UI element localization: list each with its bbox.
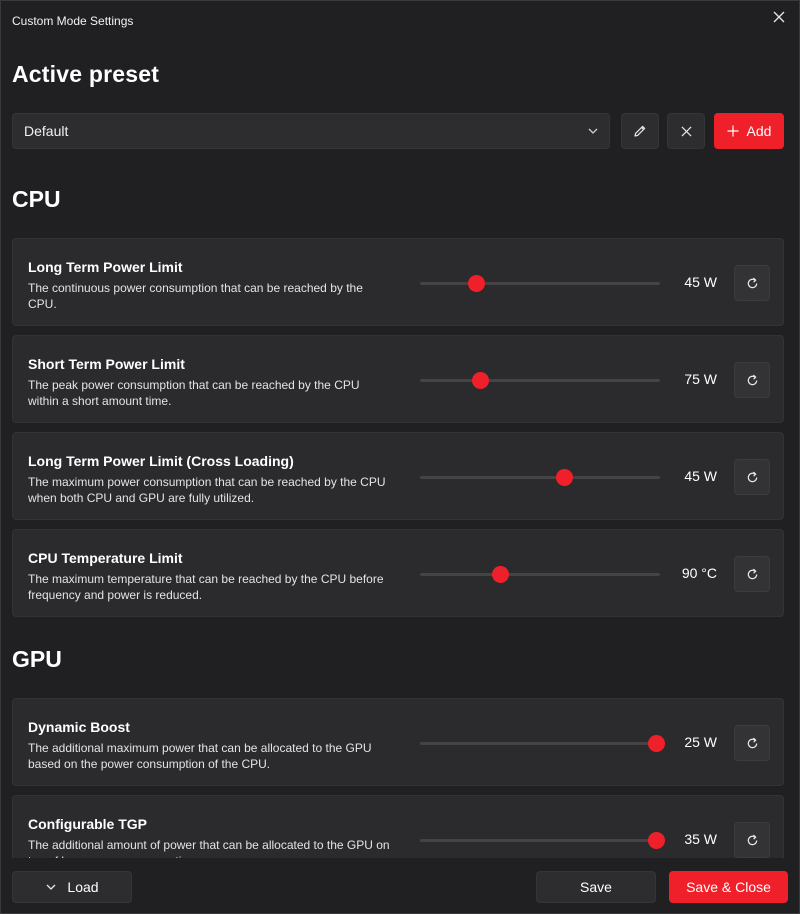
setting-slider-thumb[interactable] [472,372,490,389]
load-label: Load [67,879,99,895]
setting-description: The maximum temperature that can be reac… [28,572,384,602]
setting-description: The maximum power consumption that can b… [28,475,386,505]
setting-slider-thumb[interactable] [491,566,509,583]
refresh-icon [747,374,757,385]
custom-mode-settings-window: Custom Mode Settings Active preset Defau… [0,0,800,914]
setting-card: Long Term Power Limit The continuous powe… [12,238,784,326]
load-button[interactable]: Load [12,871,132,903]
setting-card: Dynamic Boost The additional maximum powe… [12,698,784,786]
setting-value: 45 W [684,468,717,484]
chevron-down-icon [588,128,598,134]
chevron-down-icon [46,884,56,890]
setting-title: Short Term Power Limit [28,356,185,372]
setting-description: The additional maximum power that can be… [28,741,372,771]
window-title: Custom Mode Settings [12,14,134,28]
save-label: Save [580,879,612,895]
setting-description: The continuous power consumption that ca… [28,281,363,311]
setting-title: Long Term Power Limit [28,259,183,275]
setting-value: 90 °C [681,565,717,581]
refresh-icon [747,737,757,748]
setting-slider-track[interactable] [420,282,660,285]
setting-value: 75 W [684,371,717,387]
setting-slider-track[interactable] [420,573,660,576]
setting-slider-thumb[interactable] [647,832,665,849]
footer-bar: Load Save Save & Close [1,858,799,913]
setting-title: Dynamic Boost [28,719,130,735]
reset-button[interactable] [734,822,770,858]
save-and-close-button[interactable]: Save & Close [669,871,788,903]
title-bar: Custom Mode Settings [1,1,799,41]
setting-value: 45 W [684,274,717,290]
close-button[interactable] [765,5,793,29]
reset-button[interactable] [734,556,770,592]
edit-preset-button[interactable] [621,113,659,149]
setting-slider-track[interactable] [420,742,660,745]
setting-slider-thumb[interactable] [647,735,665,752]
setting-card: Long Term Power Limit (Cross Loading) The… [12,432,784,520]
gpu-section-heading: GPU [12,646,62,672]
refresh-icon [747,471,757,482]
setting-value: 25 W [684,734,717,750]
delete-preset-button[interactable] [667,113,705,149]
setting-slider-track[interactable] [420,379,660,382]
refresh-icon [747,568,757,579]
pencil-icon [634,125,646,137]
settings-scroll-area[interactable]: Custom Mode Settings Active preset Defau… [1,1,799,858]
reset-button[interactable] [734,725,770,761]
save-close-label: Save & Close [686,879,771,895]
setting-value: 35 W [684,831,717,847]
setting-slider-track[interactable] [420,476,660,479]
setting-slider-thumb[interactable] [556,469,574,486]
reset-button[interactable] [734,265,770,301]
setting-title: CPU Temperature Limit [28,550,183,566]
setting-card: CPU Temperature Limit The maximum tempera… [12,529,784,617]
setting-slider-thumb[interactable] [467,275,485,292]
refresh-icon [747,834,757,845]
active-preset-heading: Active preset [12,61,160,87]
setting-description: The additional amount of power that can … [28,838,390,858]
setting-description: The peak power consumption that can be r… [28,378,360,408]
add-label: Add [746,123,772,139]
setting-title: Long Term Power Limit (Cross Loading) [28,453,294,469]
close-icon [773,11,785,23]
setting-card: Short Term Power Limit The peak power con… [12,335,784,423]
preset-selected-value: Default [24,123,69,139]
setting-slider-track[interactable] [420,839,660,842]
refresh-icon [747,277,757,288]
cpu-section-heading: CPU [12,186,61,212]
preset-dropdown[interactable]: Default [12,113,610,149]
add-preset-button[interactable]: Add [714,113,784,149]
reset-button[interactable] [734,459,770,495]
plus-icon [727,125,739,137]
setting-title: Configurable TGP [28,816,147,832]
save-button[interactable]: Save [536,871,656,903]
reset-button[interactable] [734,362,770,398]
setting-card: Configurable TGP The additional amount of… [12,795,784,858]
close-icon [680,125,692,137]
